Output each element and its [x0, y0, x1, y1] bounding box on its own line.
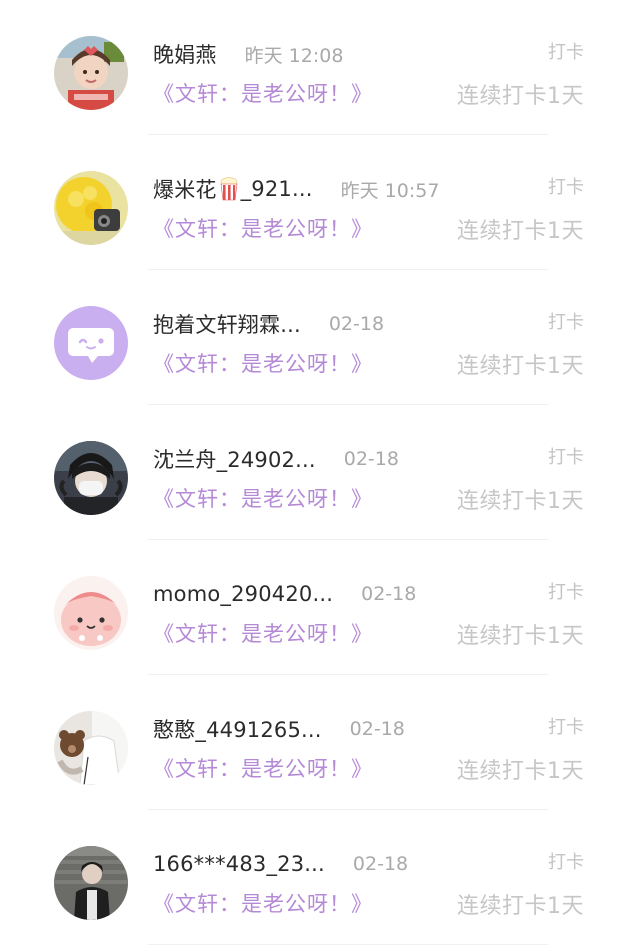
user-name[interactable]: momo_290420...	[153, 582, 333, 606]
user-name-suffix[interactable]: _921...	[241, 177, 313, 201]
name-line: 晚娟燕 昨天 12:08	[153, 38, 343, 70]
quote-text[interactable]: 《文轩：是老公呀！》	[153, 78, 373, 108]
checkin-button[interactable]: 打卡	[548, 443, 584, 469]
list-item[interactable]: 抱着文轩翔霖... 02-18 《文轩：是老公呀！》 打卡 连续打卡1天	[0, 270, 640, 405]
avatar-masked-person[interactable]	[54, 441, 128, 515]
user-name[interactable]: 抱着文轩翔霖...	[153, 309, 301, 339]
list-item[interactable]: 憨憨_4491265... 02-18 《文轩：是老公呀！》 打卡 连续打卡1天	[0, 675, 640, 810]
checkin-list: 晚娟燕 昨天 12:08 《文轩：是老公呀！》 打卡 连续打卡1天 爆米花 _9…	[0, 0, 640, 952]
streak-text: 连续打卡1天	[457, 84, 584, 109]
divider	[148, 944, 548, 945]
quote-text[interactable]: 《文轩：是老公呀！》	[153, 618, 373, 648]
avatar-person-with-bear[interactable]	[54, 711, 128, 785]
avatar-person-dark[interactable]	[54, 846, 128, 920]
quote-text[interactable]: 《文轩：是老公呀！》	[153, 213, 373, 243]
user-name[interactable]: 晚娟燕	[153, 39, 217, 69]
list-item[interactable]: momo_290420... 02-18 《文轩：是老公呀！》 打卡 连续打卡1…	[0, 540, 640, 675]
name-line: 166***483_23... 02-18	[153, 848, 408, 880]
list-item[interactable]: 晚娟燕 昨天 12:08 《文轩：是老公呀！》 打卡 连续打卡1天	[0, 0, 640, 135]
streak-text: 连续打卡1天	[457, 354, 584, 379]
quote-text[interactable]: 《文轩：是老公呀！》	[153, 483, 373, 513]
user-name[interactable]: 憨憨_4491265...	[153, 714, 322, 744]
post-time: 02-18	[328, 313, 385, 335]
streak-text: 连续打卡1天	[457, 624, 584, 649]
avatar-default-chat[interactable]	[54, 306, 128, 380]
avatar-pink-cartoon[interactable]	[54, 576, 128, 650]
streak-text: 连续打卡1天	[457, 219, 584, 244]
checkin-button[interactable]: 打卡	[548, 308, 584, 334]
user-name[interactable]: 沈兰舟_24902...	[153, 444, 316, 474]
checkin-button[interactable]: 打卡	[548, 713, 584, 739]
post-time: 昨天 10:57	[340, 179, 440, 202]
quote-text[interactable]: 《文轩：是老公呀！》	[153, 753, 373, 783]
post-time: 02-18	[349, 718, 405, 740]
post-time: 02-18	[361, 583, 417, 605]
checkin-button[interactable]: 打卡	[548, 173, 584, 199]
checkin-button[interactable]: 打卡	[548, 578, 584, 604]
quote-text[interactable]: 《文轩：是老公呀！》	[153, 348, 373, 378]
post-time: 昨天 12:08	[244, 44, 344, 67]
name-line: 憨憨_4491265... 02-18	[153, 713, 405, 745]
avatar-child-photo[interactable]	[54, 36, 128, 110]
post-time: 02-18	[352, 853, 409, 875]
user-name[interactable]: 爆米花	[153, 174, 217, 204]
checkin-button[interactable]: 打卡	[548, 848, 584, 874]
avatar-yellow-flower[interactable]	[54, 171, 128, 245]
streak-text: 连续打卡1天	[457, 894, 584, 919]
checkin-button[interactable]: 打卡	[548, 38, 584, 64]
list-item[interactable]: 沈兰舟_24902... 02-18 《文轩：是老公呀！》 打卡 连续打卡1天	[0, 405, 640, 540]
post-time: 02-18	[343, 448, 399, 470]
name-line: 爆米花 _921... 昨天 10:57	[153, 173, 439, 205]
name-line: 沈兰舟_24902... 02-18	[153, 443, 399, 475]
quote-text[interactable]: 《文轩：是老公呀！》	[153, 888, 373, 918]
list-item[interactable]: 166***483_23... 02-18 《文轩：是老公呀！》 打卡 连续打卡…	[0, 810, 640, 945]
name-line: momo_290420... 02-18	[153, 578, 416, 610]
user-name[interactable]: 166***483_23...	[153, 852, 325, 876]
name-line: 抱着文轩翔霖... 02-18	[153, 308, 384, 340]
list-item[interactable]: 爆米花 _921... 昨天 10:57 《文轩：是老公呀！》 打卡 连续打卡1…	[0, 135, 640, 270]
popcorn-icon	[219, 177, 239, 201]
streak-text: 连续打卡1天	[457, 489, 584, 514]
streak-text: 连续打卡1天	[457, 759, 584, 784]
